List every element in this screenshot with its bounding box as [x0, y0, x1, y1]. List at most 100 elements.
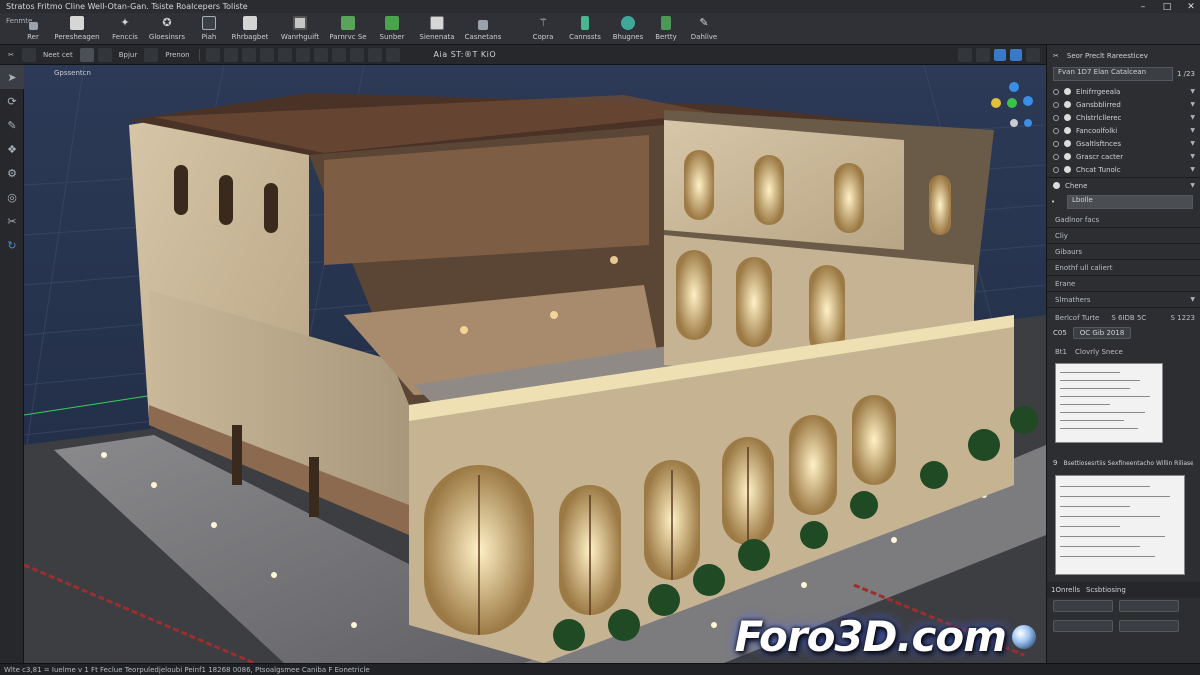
- maximize-icon[interactable]: □: [1162, 2, 1172, 12]
- property-row-5[interactable]: Slmathers ▼: [1047, 293, 1200, 306]
- close-icon[interactable]: ✕: [1186, 2, 1196, 12]
- panel-action-button-2[interactable]: [1119, 600, 1179, 612]
- ribbon-button-8[interactable]: Sunber: [370, 12, 414, 44]
- ribbon-button-12[interactable]: Cannssts: [562, 12, 608, 44]
- chevron-down-icon[interactable]: ▼: [1190, 296, 1195, 303]
- visibility-icon[interactable]: [1053, 127, 1059, 134]
- panel-action-button-1[interactable]: [1053, 600, 1113, 612]
- ribbon-button-4[interactable]: Piah: [192, 12, 226, 44]
- layer-item-0[interactable]: Elnifrrgeeala ▼: [1047, 85, 1200, 98]
- property-row-0[interactable]: Gadlnor facs: [1047, 213, 1200, 226]
- visibility-icon[interactable]: [1053, 88, 1059, 95]
- panel-action-button-3[interactable]: [1053, 620, 1113, 632]
- chevron-down-icon[interactable]: ▼: [1190, 182, 1195, 189]
- shadow-icon[interactable]: [385, 47, 400, 62]
- property-row-4[interactable]: Erane: [1047, 277, 1200, 290]
- scissors-icon[interactable]: ✂: [1053, 52, 1059, 60]
- snap-icon[interactable]: [22, 47, 36, 62]
- visibility-icon[interactable]: [1053, 166, 1059, 173]
- 3d-viewport[interactable]: Gpssentcn Foro3D.com: [24, 65, 1046, 663]
- panel-search-input[interactable]: Fvan 1D7 Elan Catalcean: [1053, 67, 1173, 81]
- ribbon-button-7[interactable]: Parnrvc Se: [326, 12, 370, 44]
- tab-oc[interactable]: OC Gib 2018: [1072, 327, 1132, 339]
- field-of-view-icon[interactable]: [259, 47, 274, 62]
- layer-item-3[interactable]: Fancoolfolki ▼: [1047, 124, 1200, 137]
- pencil-icon[interactable]: ✎: [0, 113, 24, 137]
- spin-icon[interactable]: ↻: [0, 233, 24, 257]
- property-row-2[interactable]: Gibaurs: [1047, 245, 1200, 258]
- sheet-list-item[interactable]: 9 Bsettiosesrtiis Sexfineentacho Willin …: [1047, 459, 1200, 467]
- ribbon-button-1[interactable]: Peresheagen: [46, 12, 108, 44]
- drawing-sheet-thumbnail-1[interactable]: [1055, 363, 1163, 443]
- ribbon-button-2[interactable]: ✦ Fenccis: [108, 12, 142, 44]
- chevron-down-icon[interactable]: ▼: [1190, 166, 1195, 173]
- wireframe-icon[interactable]: [976, 47, 990, 62]
- visibility-icon[interactable]: [1053, 114, 1059, 121]
- visibility-icon[interactable]: [1053, 101, 1059, 108]
- shaded-mode-icon[interactable]: [994, 48, 1006, 61]
- ribbon-button-11[interactable]: ⚚ Copra: [524, 12, 562, 44]
- view-option-1[interactable]: Bpjur: [116, 48, 141, 62]
- orbit-icon[interactable]: [97, 47, 112, 62]
- tab-c05[interactable]: C05: [1053, 329, 1067, 337]
- walk-icon[interactable]: [277, 47, 292, 62]
- frame-icon[interactable]: [241, 47, 256, 62]
- footer-tab-settings[interactable]: Scsbtiosing: [1086, 586, 1126, 594]
- layer-item-4[interactable]: Gsaltlsftnces ▼: [1047, 137, 1200, 150]
- minimize-icon[interactable]: –: [1138, 2, 1148, 12]
- pan-icon[interactable]: [144, 47, 159, 62]
- zoom-extents-icon[interactable]: [223, 47, 238, 62]
- ribbon-button-15[interactable]: ✎ Dahlive: [684, 12, 724, 44]
- display-mode-icon[interactable]: [958, 47, 972, 62]
- ribbon-button-5[interactable]: Rhrbagbet: [226, 12, 274, 44]
- settings-icon[interactable]: [1026, 47, 1040, 62]
- zoom-icon[interactable]: [205, 47, 220, 62]
- section-field[interactable]: Lbolle: [1067, 195, 1193, 209]
- ribbon-button-13[interactable]: Bhugnes: [608, 12, 648, 44]
- view-option-0[interactable]: Neet cet: [40, 48, 76, 62]
- ribbon-button-9[interactable]: Sienenata: [414, 12, 460, 44]
- status-bar: Wlte c3,81 = Iuelme v 1 Ft Feclue Teorpu…: [0, 663, 1200, 675]
- cut-icon[interactable]: ✂: [0, 209, 24, 233]
- layer-item-1[interactable]: Gansbblirred ▼: [1047, 98, 1200, 111]
- layer-item-2[interactable]: Chlstrlcllerec ▼: [1047, 111, 1200, 124]
- select-tool-icon[interactable]: [79, 47, 94, 62]
- chevron-down-icon[interactable]: ▼: [1190, 114, 1195, 121]
- section-icon[interactable]: [331, 47, 346, 62]
- footer-tab-cells[interactable]: 1Onrells: [1051, 586, 1080, 594]
- chevron-down-icon[interactable]: ▼: [1190, 88, 1195, 95]
- property-row-3[interactable]: Enothf ull caliert: [1047, 261, 1200, 274]
- ribbon-file-label[interactable]: Fenmte: [6, 17, 32, 25]
- scissors-icon[interactable]: ✂: [4, 48, 18, 62]
- rotate-icon[interactable]: ⟳: [0, 89, 24, 113]
- section-header[interactable]: Chene ▼: [1047, 179, 1200, 192]
- visibility-icon[interactable]: [1053, 140, 1059, 147]
- visibility-icon[interactable]: [1053, 153, 1059, 160]
- ribbon-button-6[interactable]: Wanrhguift: [274, 12, 326, 44]
- chevron-down-icon[interactable]: ▼: [1190, 127, 1195, 134]
- target-icon[interactable]: ◎: [0, 185, 24, 209]
- light-icon[interactable]: [367, 47, 382, 62]
- chevron-down-icon[interactable]: ▼: [1190, 101, 1195, 108]
- chevron-down-icon[interactable]: ▼: [1190, 153, 1195, 160]
- layer-item-6[interactable]: Chcat Tunolc ▼: [1047, 163, 1200, 176]
- measure-icon[interactable]: [349, 47, 364, 62]
- panel-divider: [1047, 275, 1200, 276]
- camera-icon[interactable]: [313, 47, 328, 62]
- look-icon[interactable]: [295, 47, 310, 62]
- layer-item-5[interactable]: Grascr cacter ▼: [1047, 150, 1200, 163]
- panel-action-button-4[interactable]: [1119, 620, 1179, 632]
- paint-icon[interactable]: ❖: [0, 137, 24, 161]
- view-toolbar: ✂ Neet cet Bpjur Prenon Aia ST:®T KiO: [0, 45, 1046, 65]
- chevron-down-icon[interactable]: ▼: [1190, 140, 1195, 147]
- drawing-sheet-thumbnail-2[interactable]: [1055, 475, 1185, 575]
- ribbon-button-10[interactable]: Casnetans: [460, 12, 506, 44]
- fill-icon[interactable]: ⚙: [0, 161, 24, 185]
- right-panel: ✂ Seor Preclt Rareesticev Fvan 1D7 Elan …: [1046, 45, 1200, 663]
- property-row-1[interactable]: Cliy: [1047, 229, 1200, 242]
- ribbon-button-3[interactable]: ✪ Gloesinsrs: [142, 12, 192, 44]
- ribbon-button-14[interactable]: Bertty: [648, 12, 684, 44]
- select-arrow-icon[interactable]: ➤: [0, 65, 24, 89]
- textured-mode-icon[interactable]: [1010, 48, 1022, 61]
- view-option-2[interactable]: Prenon: [162, 48, 192, 62]
